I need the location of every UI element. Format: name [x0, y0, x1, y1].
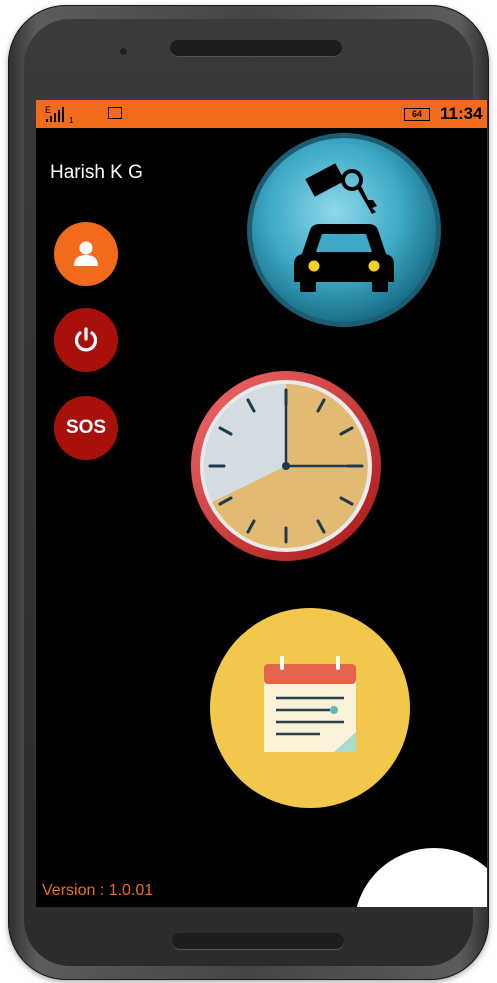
sos-button[interactable]: SOS [54, 396, 118, 460]
front-camera [120, 48, 127, 55]
profile-button[interactable] [54, 222, 118, 286]
logout-button[interactable] [54, 308, 118, 372]
status-bar: E 1 64 11:34 [36, 100, 487, 128]
sos-label: SOS [65, 417, 107, 438]
user-icon [74, 241, 98, 266]
clock-tile[interactable] [190, 370, 382, 562]
signal-icon: E 1 [45, 105, 74, 124]
status-time: 11:34 [440, 104, 483, 123]
battery-icon: 64 [404, 108, 430, 121]
app-screen: E 1 64 11:34 Harish K G SOS Version: 1.… [36, 100, 487, 907]
corner-fab[interactable] [354, 848, 487, 907]
power-icon [74, 327, 98, 352]
app-version: Version : 1.0.01 [42, 882, 154, 899]
bottom-speaker [172, 933, 344, 949]
network-type-label: E [45, 105, 51, 115]
image-notification-icon [108, 107, 122, 119]
calendar-notes-icon [264, 656, 356, 752]
car-keys-tile[interactable] [244, 130, 444, 330]
sim-slot-label: 1 [69, 116, 74, 124]
notes-tile[interactable] [208, 606, 412, 810]
top-speaker [170, 40, 342, 56]
car-icon [294, 224, 394, 292]
user-name: Harish K G [50, 162, 143, 183]
